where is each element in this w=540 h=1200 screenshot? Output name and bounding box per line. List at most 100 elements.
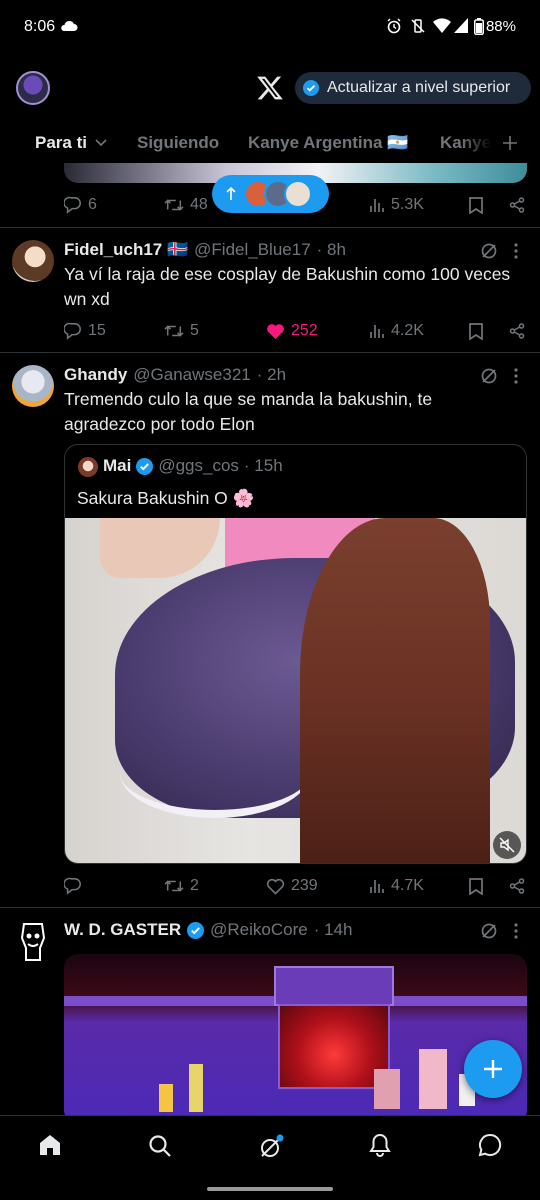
more-icon[interactable] bbox=[514, 923, 518, 939]
quote-author-handle: @ggs_cos bbox=[158, 456, 239, 475]
tweet-text: Tremendo culo la que se manda la bakushi… bbox=[64, 389, 433, 434]
retweet-button[interactable]: 2 bbox=[164, 877, 199, 895]
battery-icon bbox=[474, 18, 484, 35]
retweet-button[interactable]: 5 bbox=[164, 322, 199, 340]
profile-avatar[interactable] bbox=[16, 71, 50, 105]
tweet-time: · 2h bbox=[256, 365, 287, 384]
reply-count: 15 bbox=[88, 322, 106, 339]
views-button[interactable]: 5.3K bbox=[369, 196, 424, 214]
tweet-actions: 15 5 252 4.2K bbox=[64, 320, 526, 342]
compose-button[interactable] bbox=[464, 1040, 522, 1098]
tab-para-ti[interactable]: Para ti bbox=[35, 133, 107, 153]
views-button[interactable]: 4.7K bbox=[369, 877, 424, 895]
messages-icon[interactable] bbox=[478, 1133, 502, 1157]
quote-time: · 15h bbox=[243, 456, 283, 475]
plus-icon bbox=[484, 1060, 502, 1078]
author-handle[interactable]: @Fidel_Blue17 bbox=[194, 240, 311, 260]
reply-icon bbox=[64, 196, 81, 214]
avatar[interactable] bbox=[12, 240, 54, 282]
heart-filled-icon bbox=[267, 323, 284, 339]
retweet-count: 2 bbox=[190, 877, 199, 894]
alarm-icon bbox=[387, 18, 401, 34]
tab-label: Para ti bbox=[35, 133, 87, 152]
retweet-icon bbox=[164, 880, 184, 892]
upgrade-button[interactable]: Actualizar a nivel superior bbox=[295, 72, 531, 104]
more-icon[interactable] bbox=[514, 368, 518, 384]
cloud-icon bbox=[61, 20, 78, 31]
tab-siguiendo[interactable]: Siguiendo bbox=[137, 133, 219, 153]
reply-icon bbox=[64, 322, 81, 340]
game-sign bbox=[274, 966, 394, 1006]
like-count: 239 bbox=[291, 877, 318, 894]
signal-icon bbox=[454, 18, 468, 33]
mute-button[interactable] bbox=[493, 831, 521, 859]
chevron-down-icon bbox=[95, 139, 107, 147]
more-icon[interactable] bbox=[514, 243, 518, 259]
volume-muted-icon bbox=[499, 837, 515, 853]
like-button[interactable]: 252 bbox=[266, 322, 318, 340]
gesture-bar bbox=[207, 1187, 333, 1191]
game-character bbox=[374, 1069, 400, 1109]
author-name[interactable]: Ghandy bbox=[64, 365, 127, 385]
tab-kanye-argentina[interactable]: Kanye Argentina 🇦🇷 bbox=[248, 133, 408, 153]
views-count: 4.2K bbox=[391, 322, 424, 339]
status-bar: 8:06 88% bbox=[0, 0, 540, 56]
views-button[interactable]: 4.2K bbox=[369, 322, 424, 340]
retweet-icon bbox=[164, 325, 184, 337]
share-icon[interactable] bbox=[509, 878, 525, 894]
tweet-text: Ya ví la raja de ese cosplay de Bakushin… bbox=[64, 264, 511, 309]
grok-nav-icon[interactable] bbox=[258, 1134, 284, 1160]
avatar[interactable] bbox=[12, 365, 54, 407]
quote-author-name: Mai bbox=[103, 456, 132, 475]
timeline-tabs: Para ti Siguiendo Kanye Argentina 🇦🇷 Kan… bbox=[0, 124, 540, 162]
game-character bbox=[159, 1084, 173, 1112]
home-icon[interactable] bbox=[38, 1134, 62, 1156]
reply-icon bbox=[64, 877, 81, 895]
avatar bbox=[78, 457, 98, 477]
views-icon bbox=[370, 325, 384, 338]
retweet-count: 5 bbox=[190, 322, 199, 339]
x-logo-icon bbox=[257, 76, 283, 100]
vibrate-off-icon bbox=[411, 19, 425, 33]
avatar[interactable] bbox=[20, 922, 46, 962]
tweet-time: · 8h bbox=[316, 240, 346, 259]
author-name[interactable]: W. D. GASTER bbox=[64, 920, 181, 940]
share-icon[interactable] bbox=[509, 323, 525, 339]
author-handle[interactable]: @ReikoCore bbox=[210, 920, 308, 940]
notifications-icon[interactable] bbox=[369, 1133, 391, 1157]
author-name[interactable]: Fidel_uch17 🇮🇸 bbox=[64, 240, 188, 260]
retweet-button[interactable]: 48 bbox=[164, 196, 208, 214]
grok-icon[interactable] bbox=[480, 242, 498, 260]
status-time: 8:06 bbox=[24, 18, 56, 35]
wifi-icon bbox=[433, 18, 451, 33]
bookmark-icon[interactable] bbox=[469, 877, 483, 895]
tweet[interactable]: Ghandy @Ganawse321 · 2h Tremendo culo la… bbox=[0, 353, 540, 907]
tweet[interactable]: W. D. GASTER @ReikoCore · 14h bbox=[0, 908, 540, 1115]
tweet-actions: 6 48 5.3K bbox=[64, 194, 526, 216]
game-character bbox=[419, 1049, 447, 1109]
tweet-media-image[interactable] bbox=[64, 954, 527, 1115]
verified-badge-icon bbox=[303, 80, 319, 96]
like-button[interactable]: 239 bbox=[266, 877, 318, 895]
video-figure-trim bbox=[120, 728, 310, 818]
views-icon bbox=[370, 880, 384, 893]
add-tab-icon[interactable] bbox=[503, 136, 517, 150]
heart-icon bbox=[266, 878, 285, 895]
tab-kanye[interactable]: Kanye bbox=[440, 133, 492, 153]
grok-icon[interactable] bbox=[480, 367, 498, 385]
author-handle[interactable]: @Ganawse321 bbox=[133, 365, 250, 385]
quote-video[interactable] bbox=[65, 518, 526, 863]
share-icon[interactable] bbox=[509, 197, 525, 213]
quoted-tweet[interactable]: Mai @ggs_cos · 15h Sakura Bakushin O 🌸 bbox=[64, 444, 527, 864]
battery-level: 88% bbox=[485, 18, 516, 35]
views-count: 5.3K bbox=[391, 196, 424, 213]
bookmark-icon[interactable] bbox=[469, 322, 483, 340]
quote-text: Sakura Bakushin O 🌸 bbox=[77, 488, 255, 508]
reply-button[interactable] bbox=[64, 877, 88, 895]
search-icon[interactable] bbox=[148, 1134, 172, 1158]
reply-button[interactable]: 15 bbox=[64, 322, 106, 340]
game-character bbox=[189, 1064, 203, 1112]
bookmark-icon[interactable] bbox=[469, 196, 483, 214]
grok-icon[interactable] bbox=[480, 922, 498, 940]
reply-button[interactable]: 6 bbox=[64, 196, 97, 214]
